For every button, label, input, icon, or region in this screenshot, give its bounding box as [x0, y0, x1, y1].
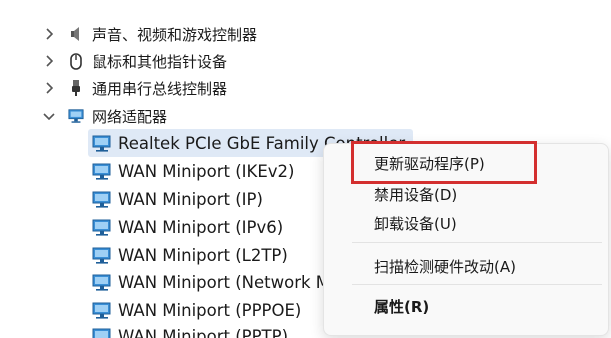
- chevron-right-icon[interactable]: [42, 81, 56, 95]
- network-adapter-icon: [92, 327, 112, 338]
- highlight-box: [351, 141, 537, 184]
- menu-item-scan-hardware[interactable]: 扫描检测硬件改动(A): [374, 256, 516, 277]
- category-label: 网络适配器: [92, 107, 168, 126]
- device-item-wan-ipv6[interactable]: WAN Miniport (IPv6): [92, 213, 283, 241]
- context-menu: 更新驱动程序(P) 禁用设备(D) 卸载设备(U) 扫描检测硬件改动(A) 属性…: [323, 141, 609, 336]
- mouse-icon: [68, 52, 84, 70]
- menu-item-uninstall-device[interactable]: 卸载设备(U): [374, 213, 457, 234]
- network-adapter-icon: [68, 107, 84, 125]
- menu-separator: [352, 284, 602, 285]
- device-label: WAN Miniport (IP): [118, 189, 263, 209]
- menu-item-label: 扫描检测硬件改动(A): [374, 258, 516, 276]
- category-network-adapters[interactable]: 网络适配器: [42, 102, 167, 130]
- menu-item-properties[interactable]: 属性(R): [374, 296, 429, 317]
- usb-icon: [68, 79, 84, 97]
- menu-item-label: 卸载设备(U): [374, 215, 457, 233]
- chevron-right-icon[interactable]: [42, 27, 56, 41]
- menu-item-label: 禁用设备(D): [374, 186, 458, 204]
- category-label: 声音、视频和游戏控制器: [92, 25, 258, 44]
- chevron-down-icon[interactable]: [42, 109, 56, 123]
- device-item-wan-ikev2[interactable]: WAN Miniport (IKEv2): [92, 157, 294, 185]
- device-item-wan-pppoe[interactable]: WAN Miniport (PPPOE): [92, 296, 301, 324]
- category-label: 通用串行总线控制器: [92, 79, 228, 98]
- network-adapter-icon: [92, 218, 112, 236]
- device-item-wan-l2tp[interactable]: WAN Miniport (L2TP): [92, 241, 288, 269]
- category-usb-controllers[interactable]: 通用串行总线控制器: [42, 74, 227, 102]
- category-sound-video-game[interactable]: 声音、视频和游戏控制器: [42, 20, 257, 48]
- network-adapter-icon: [92, 162, 112, 180]
- network-adapter-icon: [92, 134, 112, 152]
- network-adapter-icon: [92, 273, 112, 291]
- device-label: WAN Miniport (L2TP): [118, 245, 288, 265]
- category-label: 鼠标和其他指针设备: [92, 52, 228, 71]
- device-label: WAN Miniport (IPv6): [118, 217, 284, 237]
- device-label: WAN Miniport (IKEv2): [118, 161, 295, 181]
- menu-item-disable-device[interactable]: 禁用设备(D): [374, 184, 457, 205]
- device-label: WAN Miniport (PPTP): [118, 326, 289, 338]
- device-label: WAN Miniport (PPPOE): [118, 300, 302, 320]
- category-mouse-pointing[interactable]: 鼠标和其他指针设备: [42, 47, 227, 75]
- speaker-icon: [68, 25, 84, 43]
- network-adapter-icon: [92, 246, 112, 264]
- menu-item-label: 属性(R): [374, 298, 430, 316]
- chevron-right-icon[interactable]: [42, 54, 56, 68]
- network-adapter-icon: [92, 190, 112, 208]
- menu-separator: [352, 242, 602, 243]
- device-item-wan-pptp[interactable]: WAN Miniport (PPTP): [92, 322, 288, 338]
- network-adapter-icon: [92, 301, 112, 319]
- device-item-wan-ip[interactable]: WAN Miniport (IP): [92, 185, 263, 213]
